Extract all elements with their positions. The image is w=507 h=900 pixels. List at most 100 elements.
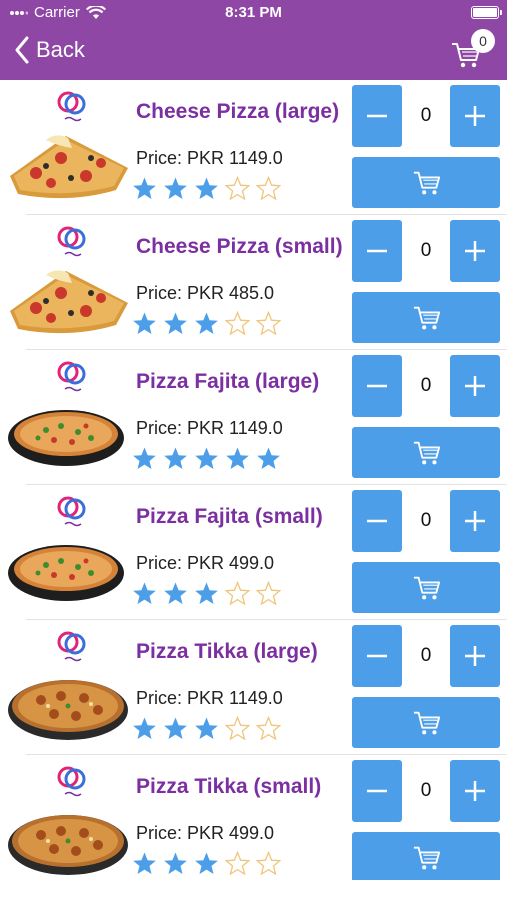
quantity-stepper: 0 [352, 760, 500, 822]
plus-icon [465, 646, 485, 666]
add-to-cart-button[interactable] [352, 697, 500, 748]
fajita-pizza-image [8, 410, 124, 466]
quantity-stepper: 0 [352, 220, 500, 282]
product-thumbnail [6, 358, 132, 473]
add-to-cart-icon [413, 576, 441, 600]
decrease-quantity-button[interactable] [352, 625, 402, 687]
product-price: Price: PKR 485.0 [136, 283, 275, 303]
product-price: Price: PKR 499.0 [136, 823, 275, 843]
fajita-pizza-image [8, 545, 124, 601]
star-filled-icon [195, 717, 218, 739]
product-thumbnail [6, 628, 132, 743]
battery-icon [471, 6, 502, 19]
cart-count-badge: 0 [471, 29, 495, 53]
minus-icon [367, 384, 387, 388]
add-to-cart-button[interactable] [352, 562, 500, 613]
star-filled-icon [226, 447, 249, 469]
star-empty-icon [225, 311, 250, 336]
quantity-stepper: 0 [352, 355, 500, 417]
star-filled-icon [133, 312, 156, 334]
product-name: Cheese Pizza (small) [136, 235, 343, 258]
star-empty-icon [256, 851, 281, 876]
star-filled-icon [133, 177, 156, 199]
add-to-cart-button[interactable] [352, 832, 500, 880]
star-filled-icon [164, 447, 187, 469]
increase-quantity-button[interactable] [450, 220, 500, 282]
increase-quantity-button[interactable] [450, 490, 500, 552]
add-to-cart-icon [413, 711, 441, 735]
star-filled-icon [133, 582, 156, 604]
star-empty-icon [256, 581, 281, 606]
rating-stars [132, 851, 281, 876]
star-empty-icon [256, 716, 281, 741]
plus-icon [465, 241, 485, 261]
minus-icon [367, 249, 387, 253]
star-filled-icon [195, 312, 218, 334]
cheese-pizza-image [10, 135, 128, 199]
product-thumbnail [6, 223, 132, 338]
back-button[interactable]: Back [14, 36, 85, 64]
star-filled-icon [195, 582, 218, 604]
quantity-value: 0 [420, 645, 432, 666]
star-filled-icon [195, 447, 218, 469]
product-thumbnail [6, 763, 132, 878]
product-name: Pizza Fajita (large) [136, 370, 320, 393]
increase-quantity-button[interactable] [450, 355, 500, 417]
star-empty-icon [256, 176, 281, 201]
decrease-quantity-button[interactable] [352, 220, 402, 282]
decrease-quantity-button[interactable] [352, 355, 402, 417]
product-name: Pizza Fajita (small) [136, 505, 323, 528]
decrease-quantity-button[interactable] [352, 760, 402, 822]
product-name: Pizza Tikka (small) [136, 775, 322, 798]
rating-stars [132, 446, 281, 471]
star-filled-icon [164, 177, 187, 199]
rating-stars [132, 311, 281, 336]
brand-logo-icon [57, 631, 86, 662]
star-empty-icon [256, 311, 281, 336]
product-name: Cheese Pizza (large) [136, 100, 340, 123]
add-to-cart-button[interactable] [352, 427, 500, 478]
product-list[interactable]: Cheese Pizza (large) Price: PKR 1149.0 0 [0, 80, 507, 880]
add-to-cart-icon [413, 171, 441, 195]
product-row: Cheese Pizza (large) Price: PKR 1149.0 0 [0, 80, 507, 215]
rating-stars [132, 176, 281, 201]
star-filled-icon [195, 177, 218, 199]
navigation-bar: Back 0 [0, 26, 507, 80]
add-to-cart-icon [413, 306, 441, 330]
product-price: Price: PKR 1149.0 [136, 688, 283, 708]
increase-quantity-button[interactable] [450, 625, 500, 687]
star-empty-icon [225, 716, 250, 741]
brand-logo-icon [57, 361, 86, 392]
increase-quantity-button[interactable] [450, 760, 500, 822]
decrease-quantity-button[interactable] [352, 490, 402, 552]
star-filled-icon [195, 852, 218, 874]
star-filled-icon [164, 852, 187, 874]
brand-logo-icon [57, 496, 86, 527]
decrease-quantity-button[interactable] [352, 85, 402, 147]
brand-logo-icon [57, 226, 86, 257]
star-filled-icon [133, 852, 156, 874]
star-filled-icon [164, 717, 187, 739]
back-label: Back [36, 37, 85, 62]
minus-icon [367, 789, 387, 793]
quantity-value: 0 [420, 510, 432, 531]
star-filled-icon [164, 582, 187, 604]
cart-button[interactable]: 0 [451, 29, 495, 72]
add-to-cart-button[interactable] [352, 292, 500, 343]
plus-icon [465, 106, 485, 126]
product-row: Pizza Fajita (large) Price: PKR 1149.0 0 [0, 350, 507, 485]
add-to-cart-button[interactable] [352, 157, 500, 208]
status-bar: Carrier 8:31 PM [0, 0, 507, 26]
product-row: Pizza Tikka (large) Price: PKR 1149.0 0 [0, 620, 507, 755]
minus-icon [367, 654, 387, 658]
minus-icon [367, 519, 387, 523]
quantity-stepper: 0 [352, 625, 500, 687]
rating-stars [132, 581, 281, 606]
cheese-pizza-image [10, 270, 128, 334]
increase-quantity-button[interactable] [450, 85, 500, 147]
star-filled-icon [257, 447, 280, 469]
tikka-pizza-image [8, 815, 128, 875]
quantity-value: 0 [420, 375, 432, 396]
quantity-stepper: 0 [352, 85, 500, 147]
brand-logo-icon [57, 766, 86, 797]
